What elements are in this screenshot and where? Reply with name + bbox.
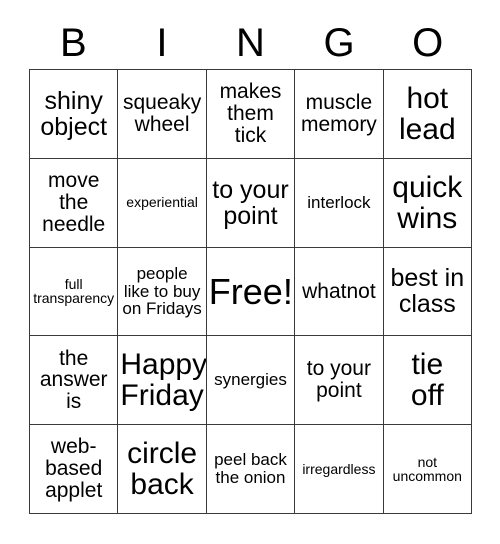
bingo-cell-label: peel back the onion bbox=[214, 450, 287, 488]
bingo-cell-label: synergies bbox=[214, 370, 287, 390]
bingo-cell-r5-c3[interactable]: peel back the onion bbox=[206, 425, 296, 514]
bingo-cell-r2-c2[interactable]: experiential bbox=[118, 158, 207, 248]
bingo-cell-r2-c5[interactable]: quick wins bbox=[383, 158, 472, 248]
bingo-cell-label: people like to buy on Fridays bbox=[122, 263, 202, 319]
bingo-cell-label: to your point bbox=[212, 175, 289, 230]
bingo-cell-r2-c1[interactable]: move the needle bbox=[30, 158, 119, 248]
bingo-cell-label: Happy Friday bbox=[120, 348, 207, 413]
bingo-cell-r5-c5[interactable]: not uncommon bbox=[383, 425, 472, 514]
bingo-cell-r4-c5[interactable]: tie off bbox=[383, 336, 472, 426]
bingo-cell-label: best in class bbox=[390, 264, 465, 319]
bingo-cell-label: tie off bbox=[410, 348, 444, 413]
bingo-cell-r3-c1[interactable]: full transparency bbox=[30, 247, 119, 337]
bingo-header-letter-o: O bbox=[412, 21, 444, 65]
bingo-card: B I N G O shiny object squeaky wheel makes the… bbox=[0, 0, 500, 544]
bingo-cell-r1-c2[interactable]: squeaky wheel bbox=[118, 70, 207, 159]
bingo-cell-r5-c2[interactable]: circle back bbox=[118, 425, 207, 514]
bingo-cell-label: interlock bbox=[307, 192, 371, 212]
bingo-cell-r5-c4[interactable]: irregardless bbox=[295, 425, 384, 514]
bingo-grid: shiny object squeaky wheel makes them tick… bbox=[29, 69, 472, 514]
bingo-cell-label: whatnot bbox=[302, 279, 376, 303]
bingo-cell-label: the answer is bbox=[39, 346, 108, 414]
bingo-cell-r3-c4[interactable]: whatnot bbox=[295, 247, 384, 337]
bingo-cell-r4-c4[interactable]: to your point bbox=[295, 336, 384, 426]
bingo-cell-r4-c3[interactable]: synergies bbox=[206, 336, 296, 426]
bingo-cell-label: squeaky wheel bbox=[122, 91, 202, 136]
bingo-header-letter-g: G bbox=[323, 21, 355, 65]
bingo-cell-r3-c2[interactable]: people like to buy on Fridays bbox=[118, 247, 207, 337]
bingo-cell-label: move the needle bbox=[42, 168, 106, 236]
bingo-cell-label: Free! bbox=[208, 270, 293, 312]
bingo-cell-label: experiential bbox=[126, 194, 198, 211]
bingo-cell-label: full transparency bbox=[33, 275, 115, 307]
bingo-cell-label: circle back bbox=[127, 436, 198, 502]
bingo-cell-label: makes them tick bbox=[219, 80, 282, 147]
bingo-header-letter-n: N bbox=[236, 21, 265, 65]
bingo-cell-r4-c1[interactable]: the answer is bbox=[30, 336, 119, 426]
bingo-cell-label: quick wins bbox=[392, 170, 463, 235]
bingo-cell-r2-c4[interactable]: interlock bbox=[295, 158, 384, 248]
bingo-cell-r1-c3[interactable]: makes them tick bbox=[206, 70, 296, 159]
bingo-cell-r1-c1[interactable]: shiny object bbox=[30, 70, 119, 159]
bingo-cell-label: not uncommon bbox=[392, 453, 462, 485]
bingo-cell-r4-c2[interactable]: Happy Friday bbox=[118, 336, 207, 426]
bingo-cell-label: web- based applet bbox=[45, 435, 103, 502]
bingo-header-letter-i: I bbox=[156, 21, 168, 65]
bingo-cell-r5-c1[interactable]: web- based applet bbox=[30, 425, 119, 514]
bingo-cell-label: to your point bbox=[306, 357, 371, 403]
bingo-cell-label: muscle memory bbox=[300, 91, 377, 136]
bingo-cell-label: irregardless bbox=[302, 460, 376, 477]
bingo-cell-r3-c5[interactable]: best in class bbox=[383, 247, 472, 337]
bingo-cell-r2-c3[interactable]: to your point bbox=[206, 158, 296, 248]
bingo-header-row: BINGO bbox=[29, 18, 472, 68]
bingo-cell-r1-c4[interactable]: muscle memory bbox=[295, 70, 384, 159]
bingo-cell-label: hot lead bbox=[398, 81, 456, 146]
bingo-cell-label: shiny object bbox=[40, 86, 108, 141]
bingo-cell-r1-c5[interactable]: hot lead bbox=[383, 70, 472, 159]
bingo-header-letter-b: B bbox=[59, 21, 87, 65]
bingo-cell-free-space[interactable]: Free! bbox=[206, 247, 296, 337]
